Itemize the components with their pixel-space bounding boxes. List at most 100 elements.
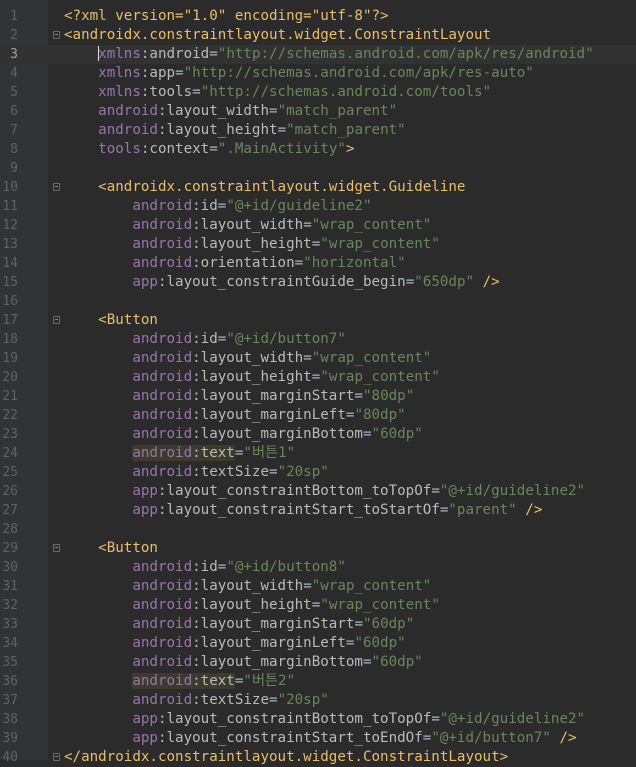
code-line[interactable]: 13 android:layout_height="wrap_content" bbox=[0, 235, 636, 254]
code-line[interactable]: 17 <Button bbox=[0, 311, 636, 330]
code-area[interactable]: 1 <?xml version="1.0" encoding="utf-8"?> 2… bbox=[0, 7, 636, 767]
code-line[interactable]: 12 android:layout_width="wrap_content" bbox=[0, 216, 636, 235]
line-number: 20 bbox=[2, 370, 18, 385]
xml-namespace: android bbox=[98, 122, 158, 138]
xml-namespace: android bbox=[132, 255, 193, 271]
xml-attribute-value: "wrap_content" bbox=[320, 369, 440, 385]
code-line-content: android:layout_marginLeft="60dp" bbox=[64, 634, 405, 653]
code-line-content: android:layout_marginBottom="60dp" bbox=[64, 653, 422, 672]
code-line[interactable]: 32 android:layout_height="wrap_content" bbox=[0, 596, 636, 615]
code-line[interactable]: 9 bbox=[0, 159, 636, 178]
fold-toggle-icon[interactable] bbox=[53, 183, 60, 191]
code-line[interactable]: 26 app:layout_constraintBottom_toTopOf="… bbox=[0, 482, 636, 501]
line-number: 22 bbox=[2, 408, 18, 423]
line-number: 9 bbox=[10, 161, 18, 176]
xml-attribute-value: "http://schemas.android.com/tools" bbox=[200, 84, 492, 100]
xml-attribute-value: "http://schemas.android.com/apk/res-auto… bbox=[183, 65, 534, 81]
code-line[interactable]: 7 android:layout_height="match_parent" bbox=[0, 121, 636, 140]
code-line[interactable]: 38 app:layout_constraintBottom_toTopOf="… bbox=[0, 710, 636, 729]
xml-attribute-name: :text bbox=[192, 673, 235, 689]
code-editor[interactable]: 1 <?xml version="1.0" encoding="utf-8"?> 2… bbox=[0, 0, 636, 765]
code-line[interactable]: 37 android:textSize="20sp" bbox=[0, 691, 636, 710]
xml-tag: <Button bbox=[98, 540, 158, 556]
code-line[interactable]: 31 android:layout_width="wrap_content" bbox=[0, 577, 636, 596]
code-line[interactable]: 22 android:layout_marginLeft="80dp" bbox=[0, 406, 636, 425]
xml-attribute-value: "horizontal" bbox=[303, 255, 406, 271]
line-number: 39 bbox=[2, 731, 18, 746]
code-line[interactable]: 19 android:layout_width="wrap_content" bbox=[0, 349, 636, 368]
code-line[interactable]: 39 app:layout_constraintStart_toEndOf="@… bbox=[0, 729, 636, 748]
code-line[interactable]: 21 android:layout_marginStart="80dp" bbox=[0, 387, 636, 406]
xml-attribute-name: :layout_constraintGuide_begin bbox=[157, 274, 406, 290]
line-number: 1 bbox=[10, 9, 18, 24]
xml-equals: = bbox=[303, 578, 312, 594]
line-number: 23 bbox=[2, 427, 18, 442]
code-line[interactable]: 36 android:text="버튼2" bbox=[0, 672, 636, 691]
code-line[interactable]: 35 android:layout_marginBottom="60dp" bbox=[0, 653, 636, 672]
xml-namespace: tools bbox=[98, 141, 141, 157]
code-line[interactable]: 27 app:layout_constraintStart_toStartOf=… bbox=[0, 501, 636, 520]
xml-attribute-name: :text bbox=[192, 445, 235, 461]
code-line[interactable]: 16 bbox=[0, 292, 636, 311]
xml-attribute-value: "80dp" bbox=[362, 388, 415, 404]
code-line-content: android:layout_height="match_parent" bbox=[64, 121, 406, 140]
code-line[interactable]: 5 xmlns:tools="http://schemas.android.co… bbox=[0, 83, 636, 102]
xml-tag: /> bbox=[474, 274, 500, 290]
code-line[interactable]: 23 android:layout_marginBottom="60dp" bbox=[0, 425, 636, 444]
xml-namespace: app bbox=[132, 274, 158, 290]
line-number: 7 bbox=[10, 123, 18, 138]
line-number: 6 bbox=[10, 104, 18, 119]
xml-attribute-value: "@+id/guideline2" bbox=[226, 198, 372, 214]
code-line-content: <Button bbox=[64, 539, 158, 558]
code-line[interactable]: 28 bbox=[0, 520, 636, 539]
code-line[interactable]: 33 android:layout_marginStart="60dp" bbox=[0, 615, 636, 634]
xml-attribute-value: "@+id/button7" bbox=[226, 331, 346, 347]
code-line[interactable]: 8 tools:context=".MainActivity"> bbox=[0, 140, 636, 159]
code-line[interactable]: 11 android:id="@+id/guideline2" bbox=[0, 197, 636, 216]
xml-namespace: app bbox=[132, 711, 158, 727]
code-line[interactable]: 30 android:id="@+id/button8" bbox=[0, 558, 636, 577]
code-line[interactable]: 1 <?xml version="1.0" encoding="utf-8"?> bbox=[0, 7, 636, 26]
code-line[interactable]: 15 app:layout_constraintGuide_begin="650… bbox=[0, 273, 636, 292]
xml-namespace: android bbox=[132, 635, 193, 651]
code-line[interactable]: 4 xmlns:app="http://schemas.android.com/… bbox=[0, 64, 636, 83]
code-line[interactable]: 24 android:text="버튼1" bbox=[0, 444, 636, 463]
code-line-content: <androidx.constraintlayout.widget.Constr… bbox=[64, 26, 491, 45]
code-line[interactable]: 29 <Button bbox=[0, 539, 636, 558]
xml-equals: = bbox=[311, 369, 321, 385]
xml-equals: = bbox=[362, 654, 372, 670]
xml-attribute-value: "match_parent" bbox=[286, 122, 406, 138]
xml-attribute-value: "80dp" bbox=[354, 407, 406, 423]
code-line[interactable]: 3 xmlns:android="http://schemas.android.… bbox=[0, 45, 636, 64]
xml-namespace: app bbox=[132, 730, 158, 746]
line-number: 36 bbox=[2, 674, 18, 689]
code-line[interactable]: 40 </androidx.constraintlayout.widget.Con… bbox=[0, 748, 636, 767]
fold-toggle-icon[interactable] bbox=[53, 316, 60, 324]
code-line[interactable]: 10 <androidx.constraintlayout.widget.Gui… bbox=[0, 178, 636, 197]
line-number: 5 bbox=[10, 85, 18, 100]
code-line[interactable]: 25 android:textSize="20sp" bbox=[0, 463, 636, 482]
code-line[interactable]: 2 <androidx.constraintlayout.widget.Const… bbox=[0, 26, 636, 45]
code-line[interactable]: 34 android:layout_marginLeft="60dp" bbox=[0, 634, 636, 653]
line-number: 2 bbox=[10, 28, 18, 43]
code-line[interactable]: 14 android:orientation="horizontal" bbox=[0, 254, 636, 273]
xml-equals: = bbox=[175, 65, 184, 81]
xml-equals: = bbox=[303, 350, 312, 366]
code-line[interactable]: 18 android:id="@+id/button7" bbox=[0, 330, 636, 349]
code-line[interactable]: 20 android:layout_height="wrap_content" bbox=[0, 368, 636, 387]
fold-toggle-icon[interactable] bbox=[53, 544, 60, 552]
xml-namespace: android bbox=[132, 673, 193, 689]
fold-toggle-icon[interactable] bbox=[53, 31, 60, 39]
code-line[interactable]: 6 android:layout_width="match_parent" bbox=[0, 102, 636, 121]
